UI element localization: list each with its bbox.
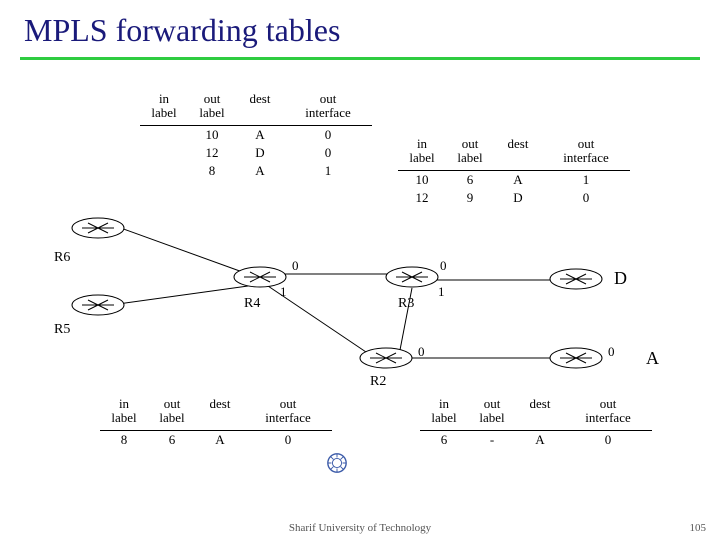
cell: 0 <box>284 144 372 162</box>
router-a-icon <box>548 345 604 371</box>
port-a-0: 0 <box>608 344 615 360</box>
port-r3-0: 0 <box>440 258 447 274</box>
col-out-label: outlabel <box>148 395 196 428</box>
cell: 9 <box>446 189 494 207</box>
col-out-if: outinterface <box>284 90 372 123</box>
col-dest: dest <box>236 90 284 123</box>
col-out-if: outinterface <box>244 395 332 428</box>
router-r5-icon <box>70 292 126 318</box>
cell: 1 <box>542 171 630 189</box>
col-out-label: outlabel <box>446 135 494 168</box>
forwarding-table-r6r5: inlabel outlabel dest outinterface 10 A … <box>140 90 372 180</box>
col-dest: dest <box>516 395 564 428</box>
cell: 0 <box>564 431 652 449</box>
port-r2-0: 0 <box>418 344 425 360</box>
university-logo-icon <box>326 452 348 474</box>
port-r3-1: 1 <box>438 284 445 300</box>
cell: 1 <box>284 162 372 180</box>
cell: 10 <box>188 126 236 144</box>
col-dest: dest <box>196 395 244 428</box>
col-out-label: outlabel <box>468 395 516 428</box>
cell: 0 <box>542 189 630 207</box>
cell: A <box>236 162 284 180</box>
cell: 8 <box>100 431 148 449</box>
cell: A <box>236 126 284 144</box>
cell: 6 <box>446 171 494 189</box>
dest-label-a: A <box>646 348 659 369</box>
col-in-label: inlabel <box>140 90 188 123</box>
col-in-label: inlabel <box>420 395 468 428</box>
cell: 0 <box>284 126 372 144</box>
cell: A <box>494 171 542 189</box>
cell <box>140 126 188 144</box>
cell: 6 <box>148 431 196 449</box>
cell: A <box>516 431 564 449</box>
col-out-label: outlabel <box>188 90 236 123</box>
router-label-r6: R6 <box>54 250 70 266</box>
router-r3-icon <box>384 264 440 290</box>
forwarding-table-r3: inlabel outlabel dest outinterface 10 6 … <box>398 135 630 207</box>
router-label-r3: R3 <box>398 296 414 312</box>
cell: D <box>236 144 284 162</box>
cell: 12 <box>398 189 446 207</box>
cell: 0 <box>244 431 332 449</box>
footer-text: Sharif University of Technology <box>0 522 720 534</box>
router-label-r5: R5 <box>54 322 70 338</box>
dest-label-d: D <box>614 268 627 289</box>
cell: A <box>196 431 244 449</box>
diagram-stage: inlabel outlabel dest outinterface 10 A … <box>0 60 720 520</box>
col-dest: dest <box>494 135 542 168</box>
router-d-icon <box>548 266 604 292</box>
port-r4-1: 1 <box>280 284 287 300</box>
cell: 8 <box>188 162 236 180</box>
col-in-label: inlabel <box>100 395 148 428</box>
cell: 6 <box>420 431 468 449</box>
col-out-if: outinterface <box>542 135 630 168</box>
router-label-r2: R2 <box>370 374 386 390</box>
page-number: 105 <box>690 522 707 534</box>
cell <box>140 162 188 180</box>
cell: 10 <box>398 171 446 189</box>
cell: - <box>468 431 516 449</box>
forwarding-table-r2: inlabel outlabel dest outinterface 6 - A… <box>420 395 652 449</box>
forwarding-table-r4: inlabel outlabel dest outinterface 8 6 A… <box>100 395 332 449</box>
cell <box>140 144 188 162</box>
router-r6-icon <box>70 215 126 241</box>
cell: D <box>494 189 542 207</box>
cell: 12 <box>188 144 236 162</box>
page-title: MPLS forwarding tables <box>0 0 720 57</box>
col-in-label: inlabel <box>398 135 446 168</box>
router-r2-icon <box>358 345 414 371</box>
col-out-if: outinterface <box>564 395 652 428</box>
router-label-r4: R4 <box>244 296 260 312</box>
port-r4-0: 0 <box>292 258 299 274</box>
